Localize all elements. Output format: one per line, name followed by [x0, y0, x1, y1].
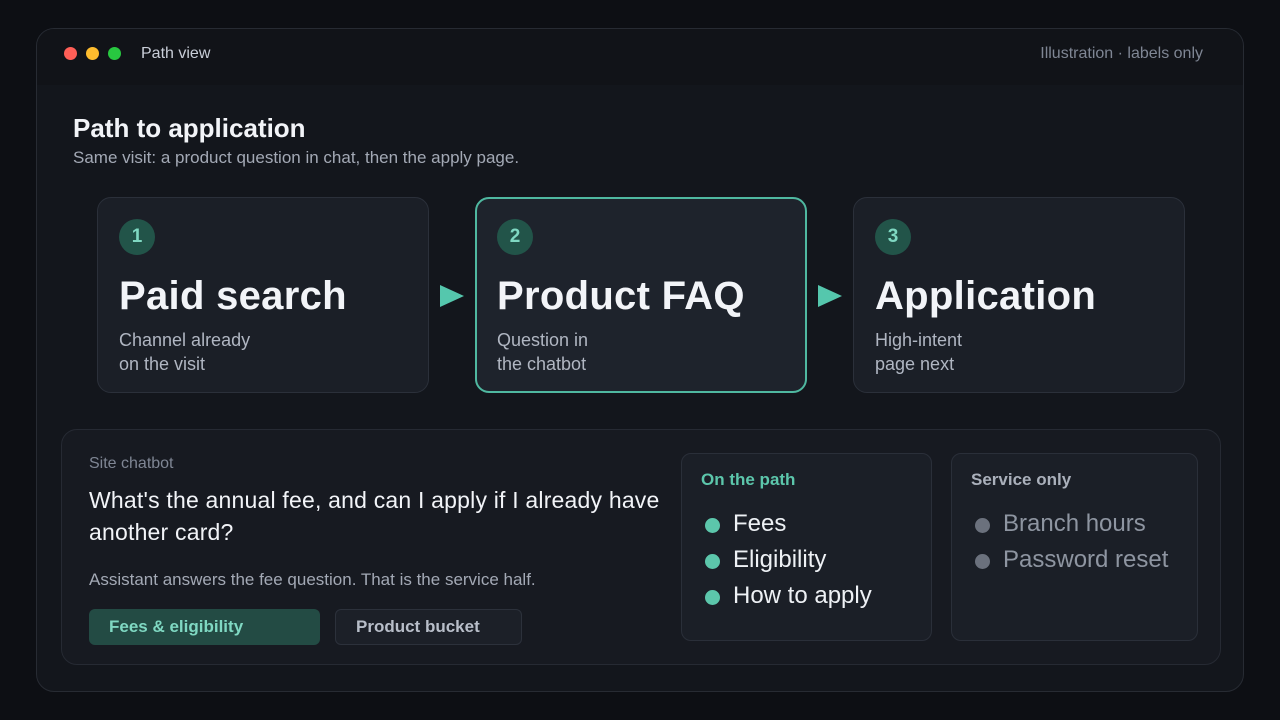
- step-title: Paid search: [119, 274, 347, 318]
- title-bar: Path view Illustration · labels only: [37, 29, 1243, 85]
- step-number-badge: 3: [875, 219, 911, 255]
- tag-fees-eligibility[interactable]: Fees & eligibility: [89, 609, 320, 645]
- card-title: Service only: [971, 470, 1072, 489]
- chat-note: Assistant answers the fee question. That…: [89, 570, 536, 589]
- card-title: On the path: [701, 470, 796, 489]
- step-description: Channel already on the visit: [119, 328, 319, 376]
- close-window-button[interactable]: [64, 47, 77, 60]
- step-description-line: page next: [875, 354, 955, 374]
- list-item-label: Password reset: [1003, 546, 1169, 573]
- bullet-dot-icon: [705, 518, 720, 533]
- page-subtitle: Same visit: a product question in chat, …: [73, 148, 520, 167]
- step-description-line: Question in: [497, 330, 589, 350]
- step-card-paid-search: 1 Paid search Channel already on the vis…: [97, 197, 429, 393]
- step-description: Question in the chatbot: [497, 328, 697, 376]
- minimize-window-button[interactable]: [86, 47, 99, 60]
- chatbot-panel: Site chatbot What's the annual fee, and …: [61, 429, 1221, 665]
- step-card-application: 3 Application High-intent page next: [853, 197, 1185, 393]
- path-view-window: Path view Illustration · labels only Pat…: [36, 28, 1244, 692]
- list-item-label: Eligibility: [733, 546, 827, 573]
- bullet-dot-icon: [705, 554, 720, 569]
- step-description-line: High-intent: [875, 330, 963, 350]
- step-card-product-faq: 2 Product FAQ Question in the chatbot: [475, 197, 807, 393]
- list-item-label: Branch hours: [1003, 510, 1146, 537]
- list-item-label: How to apply: [733, 582, 872, 609]
- step-description-line: Channel already: [119, 330, 251, 350]
- page-title: Path to application: [73, 113, 306, 143]
- maximize-window-button[interactable]: [108, 47, 121, 60]
- list-item-label: Fees: [733, 510, 787, 537]
- arrow-right-icon: [818, 285, 842, 307]
- bullet-dot-icon: [975, 554, 990, 569]
- step-description-line: the chatbot: [497, 354, 587, 374]
- bullet-dot-icon: [705, 590, 720, 605]
- step-title: Product FAQ: [497, 274, 745, 318]
- step-description: High-intent page next: [875, 328, 1075, 376]
- chat-question: What's the annual fee, and can I apply i…: [89, 487, 660, 545]
- on-the-path-card: On the path Fees Eligibility How to appl…: [681, 453, 932, 641]
- step-title: Application: [875, 274, 1097, 318]
- service-only-card: Service only Branch hours Password reset: [951, 453, 1198, 641]
- arrow-right-icon: [440, 285, 464, 307]
- tag-product-bucket[interactable]: Product bucket: [335, 609, 522, 645]
- window-title: Path view: [141, 45, 211, 62]
- step-description-line: on the visit: [119, 354, 206, 374]
- chatbot-label: Site chatbot: [89, 455, 174, 472]
- bullet-dot-icon: [975, 518, 990, 533]
- step-number-badge: 1: [119, 219, 155, 255]
- window-meta-label: Illustration · labels only: [1040, 45, 1203, 62]
- step-number-badge: 2: [497, 219, 533, 255]
